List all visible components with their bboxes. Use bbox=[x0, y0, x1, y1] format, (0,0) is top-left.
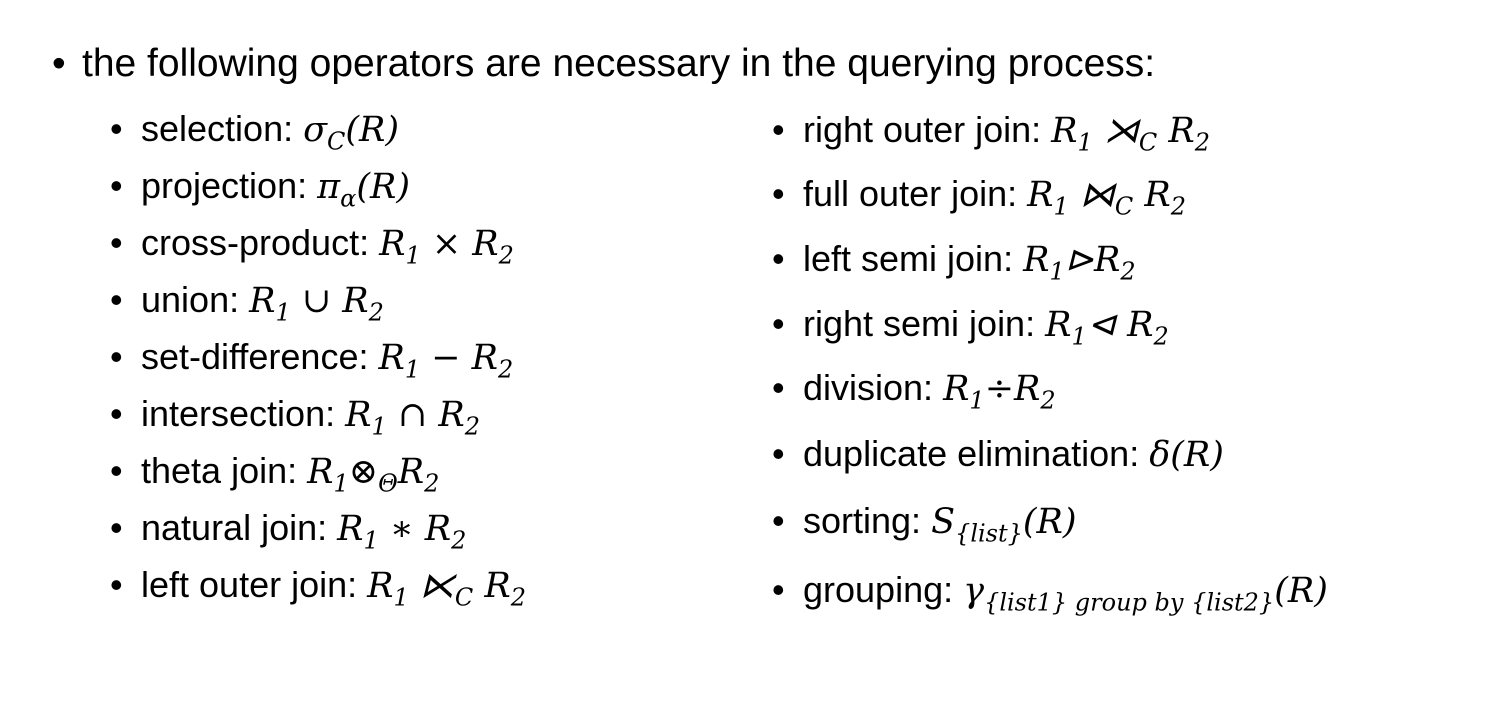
bullet-icon: • bbox=[772, 109, 785, 150]
bullet-icon: • bbox=[772, 367, 785, 408]
operator-label: left semi join: bbox=[803, 238, 1024, 279]
bullet-icon: • bbox=[110, 279, 123, 320]
operator-list-item: • natural join: R1 ∗ R2 bbox=[110, 504, 466, 553]
operator-list-item: • grouping: γ{list1} group by {list2}(R) bbox=[772, 566, 1328, 615]
operator-label: sorting: bbox=[803, 500, 932, 541]
operator-label: full outer join: bbox=[803, 173, 1028, 214]
bullet-icon: • bbox=[772, 500, 785, 541]
bullet-icon: • bbox=[110, 222, 123, 263]
operator-label: natural join: bbox=[141, 507, 338, 548]
operator-list-item: • left semi join: R1⊳R2 bbox=[772, 235, 1136, 284]
operator-label: cross-product: bbox=[141, 222, 380, 263]
bullet-icon: • bbox=[110, 336, 123, 377]
operator-label: division: bbox=[803, 367, 944, 408]
bullet-icon: • bbox=[110, 450, 123, 491]
operator-list-item: • left outer join: R1 ⋉C R2 bbox=[110, 561, 526, 610]
operator-label: duplicate elimination: bbox=[803, 433, 1150, 474]
operator-notation: γ{list1} group by {list2}(R) bbox=[963, 571, 1328, 617]
operator-label: right semi join: bbox=[803, 303, 1046, 344]
operator-notation: πα(R) bbox=[317, 167, 411, 213]
operator-list-item: • intersection: R1 ∩ R2 bbox=[110, 390, 480, 439]
operator-list-item: • full outer join: R1 ⋈C R2 bbox=[772, 170, 1186, 219]
bullet-icon: • bbox=[772, 433, 785, 474]
slide: • the following operators are necessary i… bbox=[0, 0, 1502, 701]
operator-notation: R1 ∪ R2 bbox=[249, 281, 384, 327]
operator-notation: R1 ⋉C R2 bbox=[367, 566, 527, 612]
operator-list-item: • union: R1 ∪ R2 bbox=[110, 276, 384, 325]
bullet-icon: • bbox=[52, 42, 66, 85]
operator-list-item: • theta join: R1⊗ΘR2 bbox=[110, 447, 439, 496]
operator-label: left outer join: bbox=[141, 564, 368, 605]
operator-label: theta join: bbox=[141, 450, 308, 491]
operator-notation: R1⊗ΘR2 bbox=[307, 452, 440, 498]
operator-list-item: • cross-product: R1 × R2 bbox=[110, 219, 514, 268]
bullet-icon: • bbox=[772, 569, 785, 610]
bullet-icon: • bbox=[110, 507, 123, 548]
operator-notation: S{list}(R) bbox=[931, 502, 1077, 548]
operator-list-item: • projection: πα(R) bbox=[110, 162, 410, 211]
operator-label: grouping: bbox=[803, 569, 964, 610]
operator-list-item: • selection: σC(R) bbox=[110, 105, 399, 154]
heading-text: the following operators are necessary in… bbox=[82, 42, 1156, 85]
operator-label: right outer join: bbox=[803, 109, 1052, 150]
heading-bullet-item: • the following operators are necessary i… bbox=[52, 38, 1155, 90]
operator-notation: R1 − R2 bbox=[378, 338, 514, 384]
operator-notation: R1⊲ R2 bbox=[1045, 305, 1169, 351]
operator-notation: σC(R) bbox=[303, 110, 400, 156]
operator-label: union: bbox=[141, 279, 250, 320]
operator-notation: R1 × R2 bbox=[379, 224, 514, 270]
operator-notation: R1 ⋊C R2 bbox=[1051, 111, 1211, 157]
bullet-icon: • bbox=[772, 303, 785, 344]
operator-label: selection: bbox=[141, 108, 304, 149]
operator-list-item: • right semi join: R1⊲ R2 bbox=[772, 300, 1169, 349]
operator-list-item: • sorting: S{list}(R) bbox=[772, 497, 1077, 546]
bullet-icon: • bbox=[110, 564, 123, 605]
operator-label: projection: bbox=[141, 165, 318, 206]
operator-notation: R1 ∗ R2 bbox=[337, 509, 467, 555]
operator-label: set-difference: bbox=[141, 336, 379, 377]
bullet-icon: • bbox=[110, 393, 123, 434]
operator-notation: R1÷R2 bbox=[943, 369, 1056, 415]
bullet-icon: • bbox=[110, 165, 123, 206]
operator-label: intersection: bbox=[141, 393, 346, 434]
operator-list-item: • set-difference: R1 − R2 bbox=[110, 333, 513, 382]
bullet-icon: • bbox=[110, 108, 123, 149]
operator-notation: R1 ∩ R2 bbox=[345, 395, 480, 441]
operator-notation: R1 ⋈C R2 bbox=[1027, 175, 1187, 221]
bullet-icon: • bbox=[772, 173, 785, 214]
operator-notation: δ(R) bbox=[1149, 435, 1224, 475]
operator-notation: R1⊳R2 bbox=[1023, 240, 1136, 286]
operator-list-item: • duplicate elimination: δ(R) bbox=[772, 430, 1224, 479]
operator-list-item: • division: R1÷R2 bbox=[772, 364, 1056, 413]
operator-list-item: • right outer join: R1 ⋊C R2 bbox=[772, 106, 1210, 155]
bullet-icon: • bbox=[772, 238, 785, 279]
